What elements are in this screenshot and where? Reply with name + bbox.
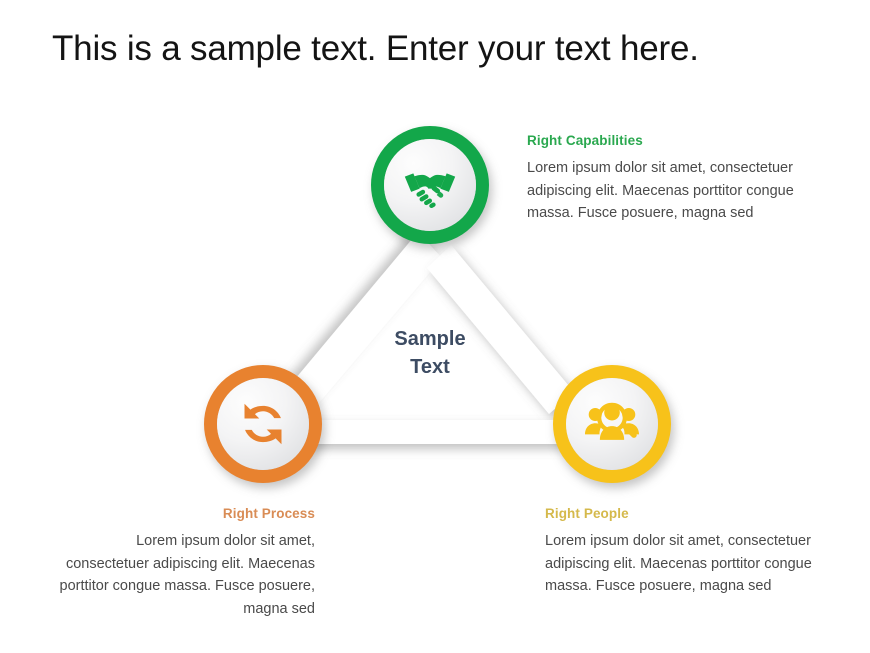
block-heading-process: Right Process — [222, 506, 315, 521]
center-label-line1: Sample — [394, 328, 466, 350]
text-block-right-people: Right People Lorem ipsum dolor sit amet,… — [545, 506, 830, 598]
slide-canvas: This is a sample text. Enter your text h… — [0, 0, 870, 653]
node-right-people[interactable] — [553, 365, 671, 483]
block-heading-capabilities: Right Capabilities — [527, 133, 643, 148]
connector-process-to-people — [300, 420, 572, 444]
block-body-capabilities: Lorem ipsum dolor sit amet, consectetuer… — [527, 160, 794, 221]
handshake-icon — [404, 173, 456, 209]
text-block-right-capabilities: Right Capabilities Lorem ipsum dolor sit… — [527, 133, 827, 225]
node-right-process[interactable] — [204, 365, 322, 483]
text-block-right-process: Right Process Lorem ipsum dolor sit amet… — [55, 506, 316, 620]
people-search-icon — [584, 402, 640, 440]
node-right-capabilities[interactable] — [371, 126, 489, 244]
block-heading-people: Right People — [545, 506, 629, 521]
block-body-process: Lorem ipsum dolor sit amet, consectetuer… — [59, 533, 316, 617]
center-label: Sample Text — [370, 325, 490, 381]
center-label-line2: Text — [410, 356, 450, 378]
refresh-cycle-icon — [244, 403, 282, 445]
block-body-people: Lorem ipsum dolor sit amet, consectetuer… — [545, 533, 812, 594]
